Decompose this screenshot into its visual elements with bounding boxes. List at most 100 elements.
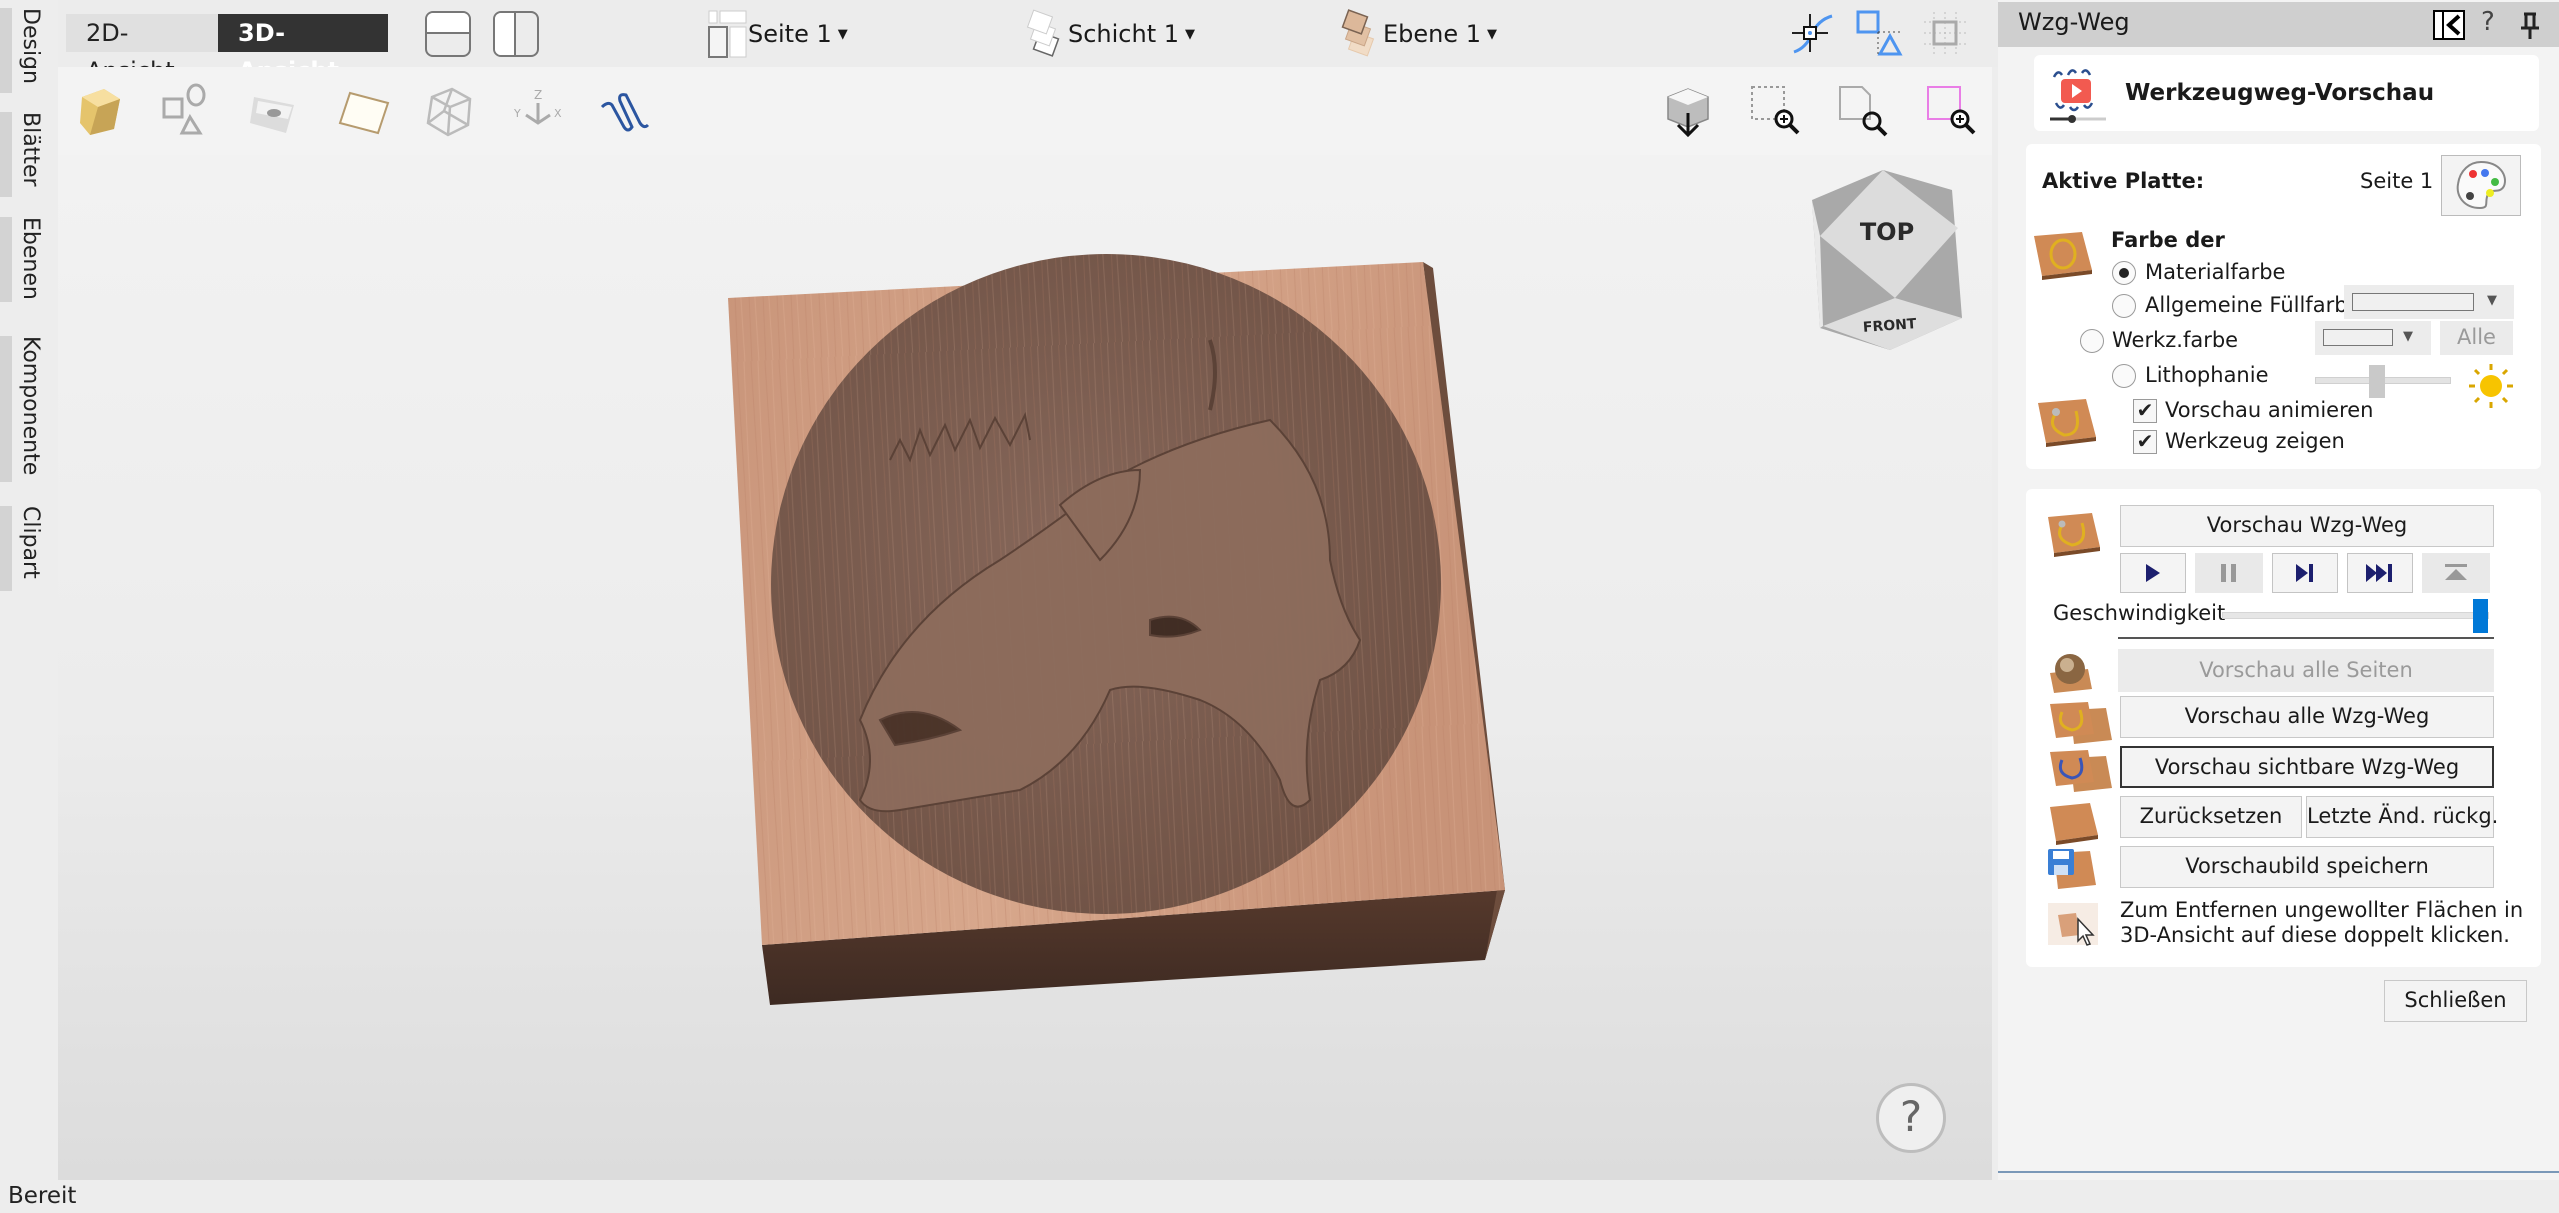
tool-color-swatch xyxy=(2323,329,2393,346)
radio-general-fill[interactable] xyxy=(2112,294,2136,318)
zoom-page-icon[interactable] xyxy=(1836,83,1892,139)
toolpath-icon[interactable] xyxy=(598,83,654,139)
save-preview-image-icon xyxy=(2048,849,2096,889)
tab-design[interactable]: Design xyxy=(0,8,58,93)
view-2d-button[interactable]: 2D-Ansicht xyxy=(66,14,218,85)
undo-last-button[interactable]: Letzte Änd. rückg. xyxy=(2306,796,2498,838)
skip-to-end-button[interactable] xyxy=(2347,553,2413,593)
radio-material-color[interactable] xyxy=(2112,261,2136,285)
status-bar: Bereit xyxy=(0,1180,2559,1213)
view-3d-button[interactable]: 3D-Ansicht xyxy=(218,14,388,85)
preview-all-pages-button[interactable]: Vorschau alle Seiten xyxy=(2118,649,2494,692)
tool-color-dropdown[interactable]: ▼ xyxy=(2315,321,2431,355)
radio-tool-color[interactable] xyxy=(2080,329,2104,353)
image-background-icon[interactable] xyxy=(248,83,304,139)
fill-color-swatch xyxy=(2352,293,2474,311)
lithophane-slider[interactable] xyxy=(2315,365,2451,398)
snap-to-grid-icon[interactable] xyxy=(1920,8,1970,58)
palette-button[interactable] xyxy=(2441,155,2521,216)
preview-toolpath-button[interactable]: Vorschau Wzg-Weg xyxy=(2120,505,2494,547)
radio-lithophane[interactable] xyxy=(2112,364,2136,388)
zoom-toolbar xyxy=(1640,67,1992,155)
pause-icon xyxy=(2221,564,2236,582)
preview-all-pages-icon xyxy=(2050,654,2092,693)
view-down-cube-icon[interactable] xyxy=(1660,83,1716,139)
all-button[interactable]: Alle xyxy=(2440,321,2513,355)
preview-visible-toolpaths-icon xyxy=(2050,750,2112,792)
tab-levels-label: Ebenen xyxy=(18,217,43,300)
fill-color-dropdown[interactable]: ▼ xyxy=(2344,285,2514,319)
step-forward-button[interactable] xyxy=(2272,553,2338,593)
checkbox-show-tool-label: Werkzeug zeigen xyxy=(2165,429,2345,453)
preview-visible-toolpaths-button[interactable]: Vorschau sichtbare Wzg-Weg xyxy=(2120,746,2494,788)
checkbox-show-tool[interactable]: ✔ xyxy=(2133,430,2157,454)
section-title-card: Werkzeugweg-Vorschau xyxy=(2034,55,2539,131)
step-forward-icon xyxy=(2296,564,2313,582)
chevron-down-icon: ▼ xyxy=(1487,26,1498,42)
pause-button[interactable] xyxy=(2195,553,2263,593)
brightness-sun-icon[interactable] xyxy=(2466,362,2516,410)
toolpath-preview-icon xyxy=(2050,69,2106,123)
eject-icon xyxy=(2445,564,2467,580)
level-dropdown[interactable]: Ebene 1 ▼ xyxy=(1341,8,1497,60)
levels-stack-icon xyxy=(1341,9,1375,57)
material-block-icon[interactable] xyxy=(74,83,130,139)
tab-design-label: Design xyxy=(18,8,43,84)
speed-label: Geschwindigkeit xyxy=(2053,601,2226,625)
tab-clipart[interactable]: Clipart xyxy=(0,506,58,591)
page-dropdown[interactable]: Seite 1 ▼ xyxy=(708,8,848,60)
snap-to-objects-icon[interactable] xyxy=(1854,8,1904,58)
left-tab-strip: Design Blätter Ebenen Komponente Clipart xyxy=(0,0,58,1180)
tab-sheets[interactable]: Blätter xyxy=(0,112,58,197)
hint-text-line1: Zum Entfernen ungewollter Flächen in xyxy=(2120,898,2524,922)
chevron-down-icon: ▼ xyxy=(837,26,848,42)
save-preview-image-button[interactable]: Vorschaubild speichern xyxy=(2120,846,2494,888)
chevron-down-icon: ▼ xyxy=(2403,329,2413,344)
active-plate-label: Aktive Platte: xyxy=(2042,169,2205,193)
level-dropdown-label: Ebene 1 xyxy=(1383,20,1482,48)
viewport-top-band xyxy=(670,67,1640,155)
preview-toolpath-icon xyxy=(2048,513,2100,557)
reset-button[interactable]: Zurücksetzen xyxy=(2120,796,2302,838)
tab-sheets-label: Blätter xyxy=(18,112,43,187)
sheet-dropdown[interactable]: Schicht 1 ▼ xyxy=(1026,8,1195,60)
lithophane-slider-thumb[interactable] xyxy=(2369,365,2386,398)
preview-all-toolpaths-button[interactable]: Vorschau alle Wzg-Weg xyxy=(2120,696,2494,738)
eject-button[interactable] xyxy=(2422,553,2490,593)
chevron-down-icon: ▼ xyxy=(1185,26,1196,42)
divider xyxy=(2118,637,2494,639)
3d-viewport[interactable] xyxy=(58,155,1992,1180)
close-button[interactable]: Schließen xyxy=(2384,980,2527,1022)
snap-to-curve-icon[interactable] xyxy=(1788,8,1838,58)
svg-text:Z: Z xyxy=(534,88,542,102)
color-group-label: Farbe der xyxy=(2111,228,2225,252)
radio-material-color-label: Materialfarbe xyxy=(2145,260,2286,284)
preview-all-toolpaths-icon xyxy=(2050,702,2112,744)
zoom-box-icon[interactable] xyxy=(1748,83,1804,139)
panel-help-icon[interactable]: ? xyxy=(2481,7,2495,37)
wireframe-box-icon[interactable] xyxy=(422,83,478,139)
speed-slider[interactable] xyxy=(2222,599,2489,633)
view-toolbar: ZY X xyxy=(58,67,670,155)
axes-icon[interactable]: ZY X xyxy=(510,83,566,139)
zoom-selection-icon[interactable] xyxy=(1924,83,1980,139)
radio-general-fill-label: Allgemeine Füllfarbe xyxy=(2145,293,2361,317)
pin-icon[interactable] xyxy=(2518,12,2542,40)
split-horizontal-icon[interactable] xyxy=(425,11,471,57)
chevron-down-icon: ▼ xyxy=(2487,293,2497,308)
palette-icon xyxy=(2456,160,2506,210)
tab-components[interactable]: Komponente xyxy=(0,336,58,482)
play-button[interactable] xyxy=(2120,553,2186,593)
split-vertical-icon[interactable] xyxy=(493,11,539,57)
checkbox-animate-preview[interactable]: ✔ xyxy=(2133,399,2157,423)
help-button[interactable]: ? xyxy=(1876,1083,1946,1153)
status-text: Bereit xyxy=(8,1183,77,1209)
animate-preview-icon xyxy=(2038,399,2096,447)
svg-text:Y: Y xyxy=(513,107,521,120)
collapse-panel-icon[interactable] xyxy=(2433,10,2465,40)
page-layout-icon xyxy=(708,10,747,58)
plane-icon[interactable] xyxy=(336,83,392,139)
speed-slider-thumb[interactable] xyxy=(2473,599,2488,633)
shapes-icon[interactable] xyxy=(160,83,216,139)
tab-levels[interactable]: Ebenen xyxy=(0,217,58,302)
